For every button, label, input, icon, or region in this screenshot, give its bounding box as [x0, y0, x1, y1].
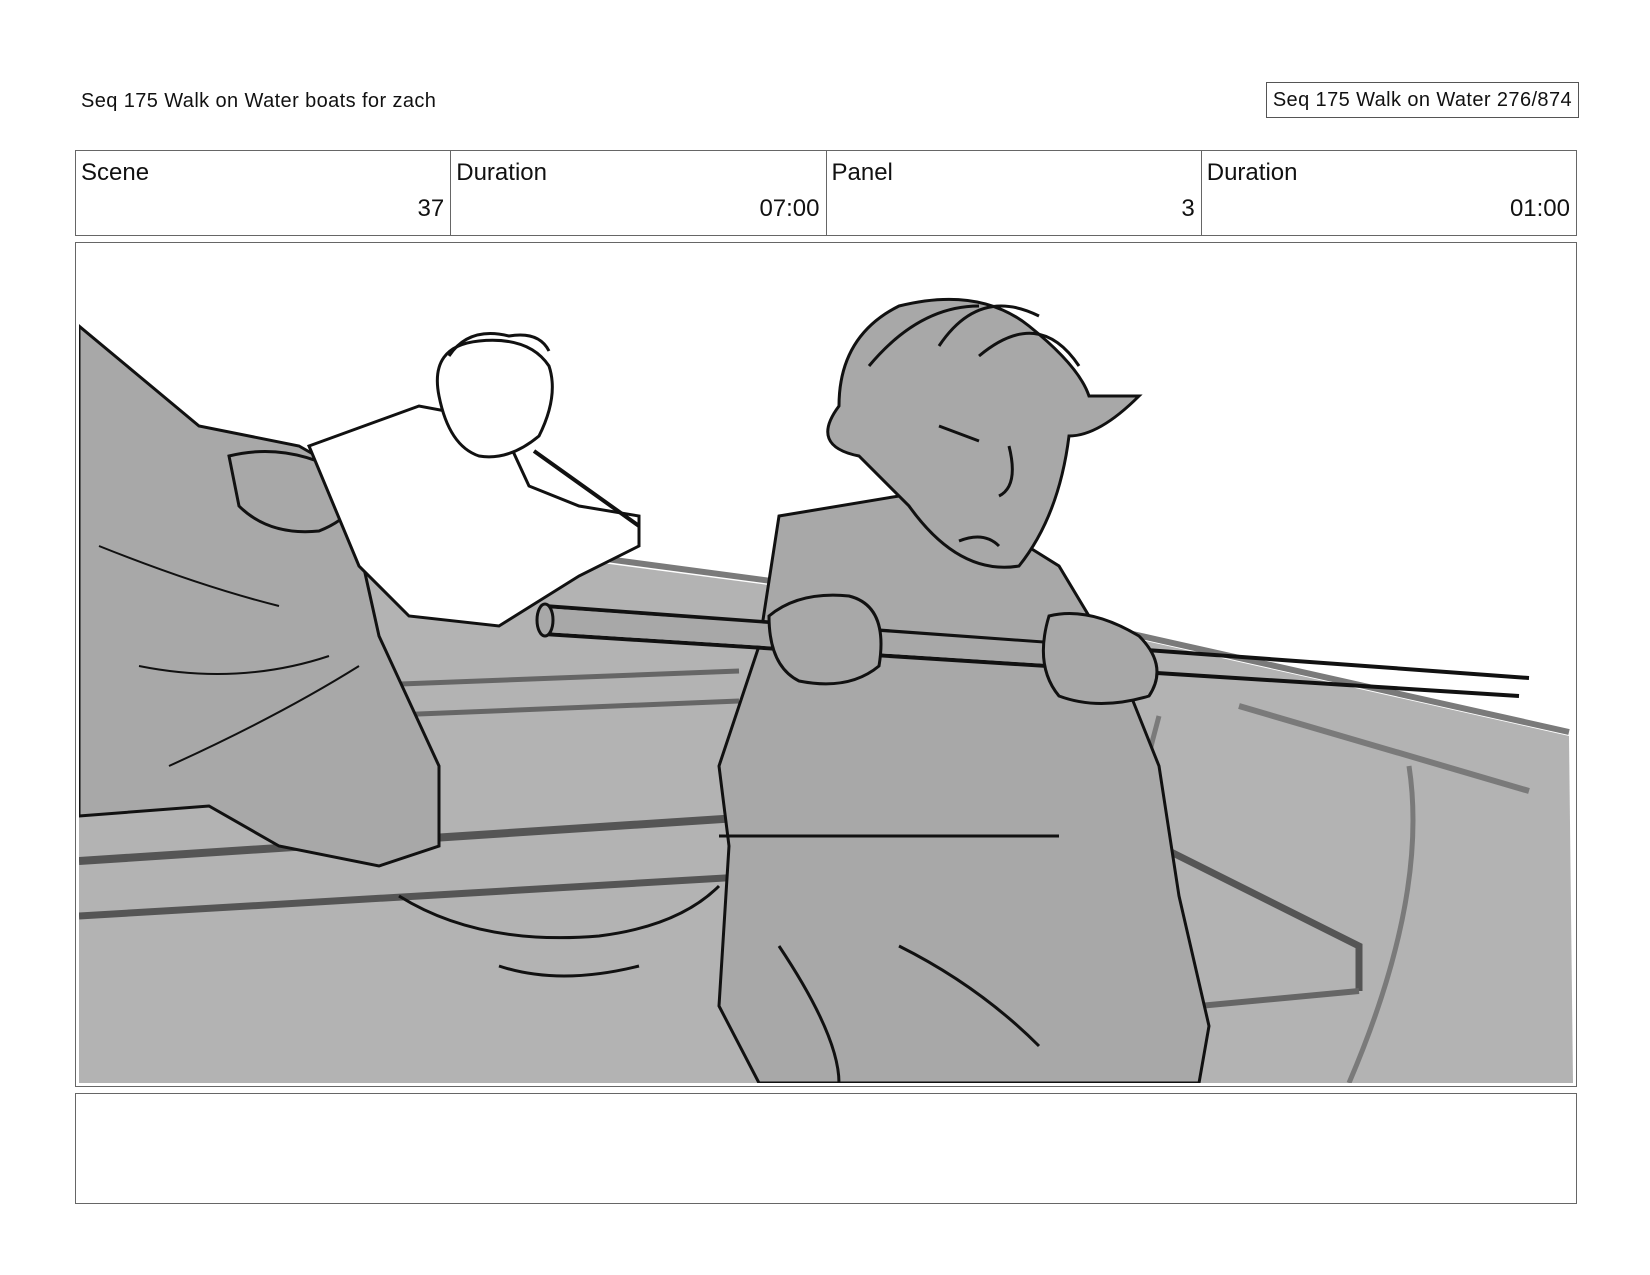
- panel-label: Panel: [831, 159, 893, 186]
- scene-cell: Scene 37: [76, 151, 452, 235]
- scene-duration-label: Duration: [456, 159, 547, 186]
- storyboard-sketch: [79, 246, 1573, 1083]
- page-counter: Seq 175 Walk on Water 276/874: [1265, 82, 1579, 118]
- panel-info-table: Scene 37 Duration 07:00 Panel 3 Duration…: [75, 150, 1577, 236]
- panel-notes-box: [75, 1093, 1577, 1204]
- panel-duration-value: 01:00: [1509, 195, 1570, 222]
- rower-left-fist: [767, 593, 883, 686]
- oar-end: [535, 602, 555, 638]
- panel-duration-label: Duration: [1206, 159, 1298, 186]
- panel-cell: Panel 3: [827, 151, 1202, 235]
- scene-duration-cell: Duration 07:00: [451, 151, 827, 235]
- sequence-title: Seq 175 Walk on Water boats for zach: [81, 90, 437, 112]
- panel-duration-cell: Duration 01:00: [1202, 151, 1576, 235]
- storyboard-panel-frame: [75, 242, 1577, 1087]
- scene-duration-value: 07:00: [759, 195, 820, 222]
- panel-value: 3: [1181, 195, 1195, 222]
- scene-value: 37: [417, 195, 445, 222]
- scene-label: Scene: [81, 159, 150, 186]
- background-man-head: [435, 338, 554, 459]
